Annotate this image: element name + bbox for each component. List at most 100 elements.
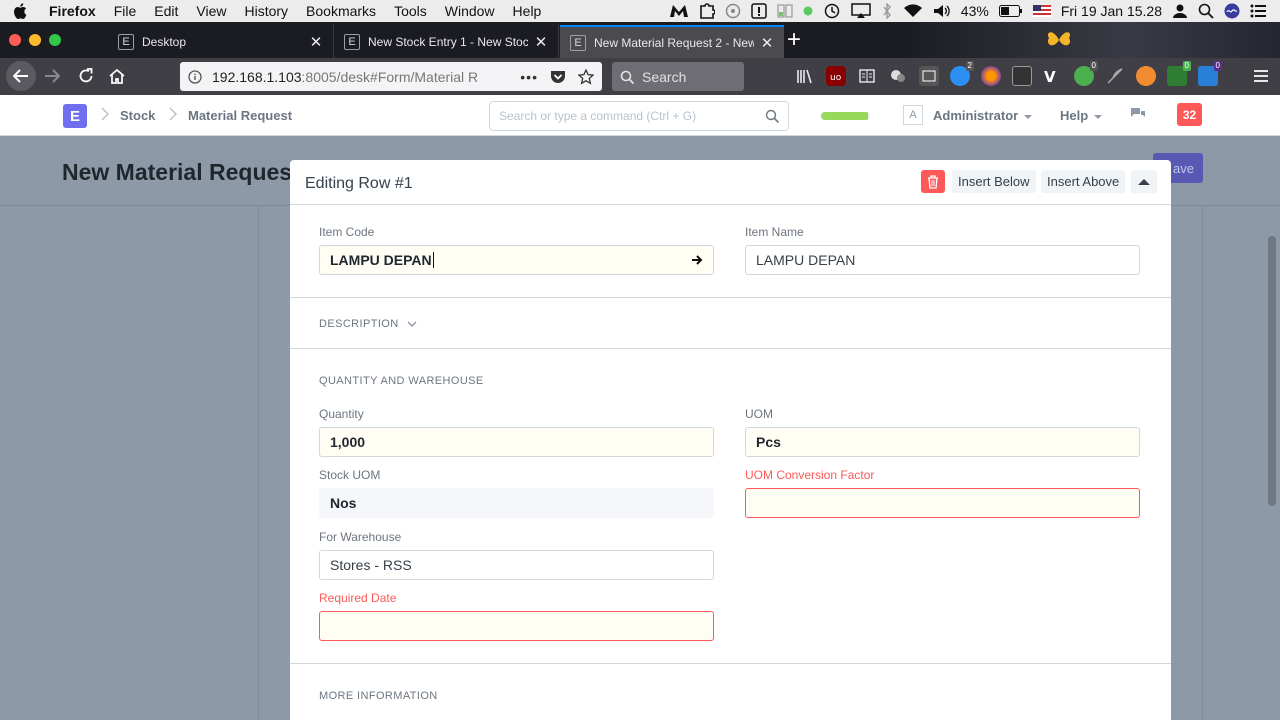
time-machine-icon[interactable] (823, 3, 841, 19)
chat-icon[interactable] (1130, 107, 1146, 121)
arrow-right-icon[interactable] (691, 255, 703, 265)
minimize-window-button[interactable] (29, 34, 41, 46)
reader-view-icon[interactable] (857, 66, 877, 86)
menu-view[interactable]: View (187, 0, 235, 22)
bookmark-star-icon[interactable] (578, 68, 594, 85)
menu-help[interactable]: Help (504, 0, 551, 22)
wifi-icon[interactable] (903, 3, 923, 19)
description-section[interactable]: DESCRIPTION (290, 298, 1171, 349)
hamburger-menu-icon[interactable] (1252, 67, 1270, 85)
uom-field[interactable]: Pcs (745, 427, 1140, 457)
breadcrumb-material-request[interactable]: Material Request (188, 108, 292, 123)
apple-menu-icon[interactable] (0, 3, 40, 19)
green-extension-icon[interactable]: 0 (1074, 61, 1098, 86)
for-warehouse-field[interactable]: Stores - RSS (319, 550, 714, 580)
menu-window[interactable]: Window (436, 0, 504, 22)
bluetooth-icon[interactable] (881, 3, 893, 19)
help-dropdown[interactable]: Help (1060, 108, 1103, 123)
spotlight-icon[interactable] (1198, 3, 1214, 19)
us-flag-icon[interactable] (1032, 5, 1051, 17)
required-date-field[interactable] (319, 611, 714, 641)
ball-extension-icon[interactable] (1136, 66, 1156, 86)
avatar[interactable]: A (903, 105, 923, 125)
music-extension-icon[interactable]: 0 (1167, 61, 1191, 86)
url-bar[interactable]: 192.168.1.103:8005/desk#Form/Material R … (180, 62, 602, 91)
pocket-icon[interactable] (550, 70, 566, 84)
page-actions-icon[interactable]: ••• (520, 69, 538, 85)
more-information-section[interactable]: MORE INFORMATION (290, 664, 1171, 720)
reload-icon[interactable] (76, 66, 96, 86)
dialog-header: Editing Row #1 Insert Below Insert Above (290, 160, 1171, 205)
screenshot-icon[interactable] (919, 66, 939, 86)
extension-badge: 0 (1213, 61, 1222, 71)
library-icon[interactable] (795, 66, 815, 86)
airplay-icon[interactable] (851, 3, 871, 19)
ublock-icon[interactable]: uo (826, 66, 846, 86)
menu-tools[interactable]: Tools (385, 0, 436, 22)
item-code-field[interactable]: LAMPU DEPAN (319, 245, 714, 275)
svg-text:uo: uo (830, 73, 842, 83)
tab-desktop[interactable]: E Desktop ✕ (108, 25, 334, 58)
collapse-row-button[interactable] (1131, 170, 1157, 193)
search-bar[interactable]: Search (612, 62, 744, 91)
pattern-extension-icon[interactable] (1012, 66, 1032, 86)
menu-file[interactable]: File (105, 0, 146, 22)
notification-center-icon[interactable] (1250, 4, 1266, 18)
volume-icon[interactable] (933, 3, 951, 19)
description-section-head[interactable]: DESCRIPTION (319, 318, 417, 330)
forward-button[interactable] (42, 66, 62, 86)
extension-bubbles-icon[interactable] (888, 66, 908, 86)
awesome-bar-input[interactable] (499, 109, 765, 123)
uom-conversion-factor-field[interactable] (745, 488, 1140, 518)
page-title: New Material Request (62, 159, 300, 185)
menu-edit[interactable]: Edit (145, 0, 187, 22)
puzzle-icon[interactable] (699, 3, 715, 19)
clock[interactable]: Fri 19 Jan 15.28 (1061, 3, 1162, 19)
zoom-window-button[interactable] (49, 34, 61, 46)
site-info-icon[interactable] (188, 69, 202, 84)
user-account-icon[interactable] (1172, 3, 1188, 19)
tab-close-icon[interactable]: ✕ (309, 33, 323, 51)
erpnext-logo[interactable]: E (63, 104, 87, 128)
insert-below-button[interactable]: Insert Below (952, 170, 1036, 193)
insert-above-button[interactable]: Insert Above (1041, 170, 1126, 193)
firefox-extension-icon[interactable] (981, 66, 1001, 86)
alert-icon[interactable] (751, 3, 767, 19)
siri-icon[interactable] (1224, 3, 1240, 19)
tab-close-icon[interactable]: ✕ (760, 34, 774, 52)
home-icon[interactable] (107, 66, 127, 86)
item-name-field[interactable]: LAMPU DEPAN (745, 245, 1140, 275)
caret-up-icon (1138, 178, 1150, 185)
url-text[interactable]: 192.168.1.103:8005/desk#Form/Material R (212, 69, 520, 85)
awesome-bar[interactable] (489, 101, 789, 131)
url-path: :8005/desk#Form/Material R (301, 68, 479, 85)
sync-extension-icon[interactable]: 2 (950, 61, 974, 86)
feather-extension-icon[interactable] (1105, 66, 1125, 86)
quantity-field[interactable]: 1,000 (319, 427, 714, 457)
theme-decoration (900, 22, 1280, 58)
close-window-button[interactable] (9, 34, 21, 46)
menu-bookmarks[interactable]: Bookmarks (297, 0, 385, 22)
extension-badge: 0 (1182, 61, 1191, 71)
back-button[interactable] (6, 61, 36, 91)
uom-value: Pcs (756, 434, 781, 450)
tab-new-material-request[interactable]: E New Material Request 2 - New I ✕ (560, 25, 784, 58)
tab-new-stock-entry[interactable]: E New Stock Entry 1 - New Stock ✕ (334, 25, 559, 58)
menu-history[interactable]: History (235, 0, 297, 22)
item-section: Item Code LAMPU DEPAN Item Name LAMPU DE… (290, 205, 1171, 298)
globe-status-icon[interactable] (725, 3, 741, 19)
vd-extension-icon[interactable]: V (1043, 66, 1063, 86)
menu-meters-icon[interactable] (777, 3, 793, 19)
menu-app-name[interactable]: Firefox (40, 0, 105, 22)
extension-badge: 2 (965, 61, 974, 71)
tab-close-icon[interactable]: ✕ (534, 33, 548, 51)
user-dropdown[interactable]: Administrator (933, 108, 1033, 123)
notification-badge[interactable]: 32 (1177, 103, 1202, 126)
new-tab-button[interactable]: + (787, 27, 801, 53)
malwarebytes-icon[interactable] (669, 3, 689, 19)
battery-icon[interactable] (998, 5, 1023, 17)
page-scrollbar[interactable] (1268, 236, 1276, 506)
blue-extension-icon[interactable]: 0 (1198, 61, 1222, 86)
breadcrumb-stock[interactable]: Stock (120, 108, 155, 123)
delete-row-button[interactable] (921, 170, 945, 193)
